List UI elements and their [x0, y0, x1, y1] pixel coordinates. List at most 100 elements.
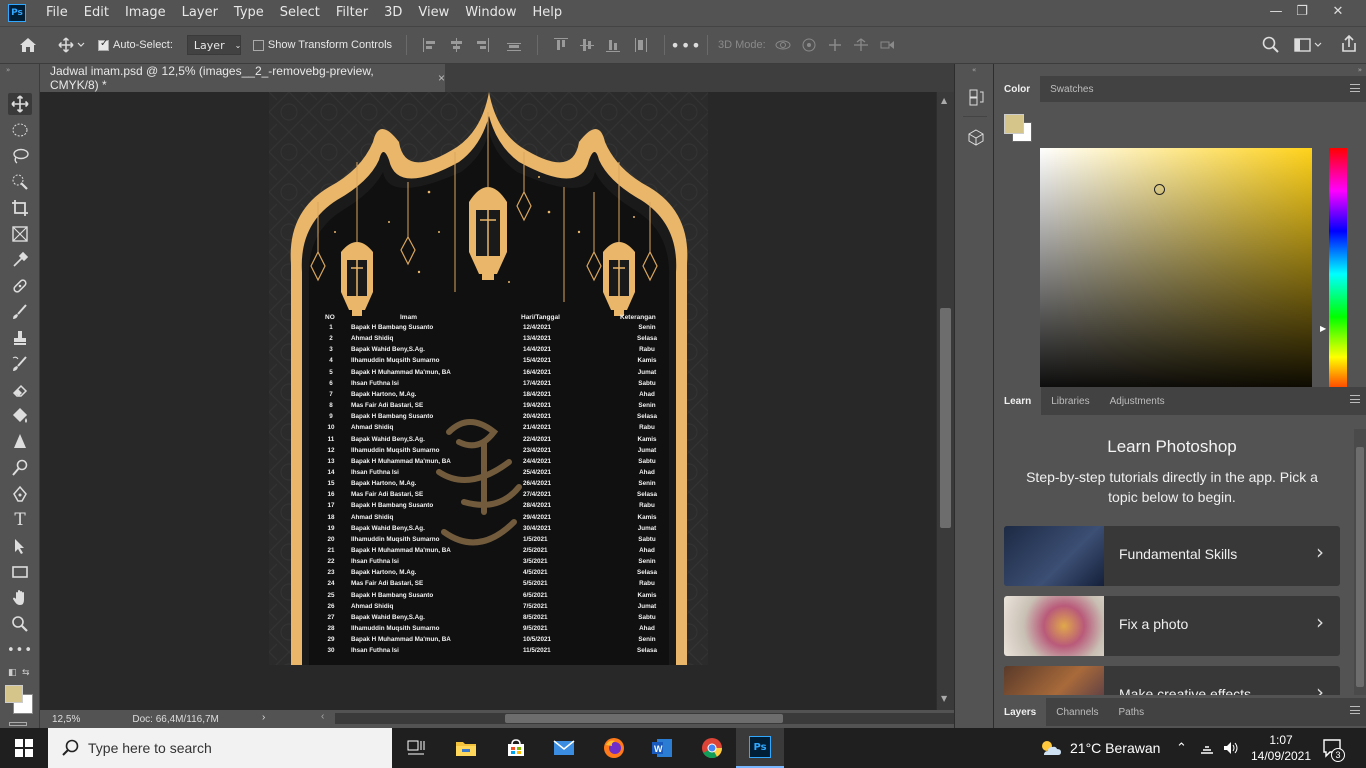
paint-bucket-tool-icon[interactable] [8, 405, 32, 427]
menu-layer[interactable]: Layer [174, 0, 226, 26]
tab-channels[interactable]: Channels [1046, 698, 1108, 726]
3d-slide-icon[interactable] [852, 37, 870, 53]
3d-scale-icon[interactable] [878, 37, 896, 53]
microsoft-store-icon[interactable] [492, 728, 540, 768]
eraser-tool-icon[interactable] [8, 379, 32, 401]
3d-pan-icon[interactable] [826, 37, 844, 53]
hue-slider[interactable] [1329, 148, 1347, 400]
collapse-panels-icon[interactable]: » [1358, 66, 1362, 74]
network-icon[interactable] [1198, 728, 1216, 768]
horizontal-scroll-thumb[interactable] [505, 714, 783, 723]
close-button[interactable]: ✕ [1320, 0, 1356, 22]
menu-edit[interactable]: Edit [76, 0, 117, 26]
menu-image[interactable]: Image [117, 0, 174, 26]
clone-stamp-tool-icon[interactable] [8, 327, 32, 349]
mail-icon[interactable] [540, 728, 588, 768]
blur-tool-icon[interactable] [8, 431, 32, 453]
layers-panel-menu-icon[interactable] [1350, 706, 1360, 714]
zoom-tool-icon[interactable] [8, 613, 32, 635]
auto-select-checkbox[interactable]: Auto-Select: [98, 38, 173, 51]
foreground-color-swatch[interactable] [5, 685, 23, 703]
rectangle-tool-icon[interactable] [8, 561, 32, 583]
learn-scrollbar[interactable] [1354, 429, 1366, 695]
tab-color[interactable]: Color [994, 76, 1041, 102]
expand-panels-icon[interactable]: « [972, 66, 976, 74]
quick-mask-icon[interactable] [9, 722, 27, 726]
edit-toolbar-icon[interactable]: ••• [7, 639, 32, 661]
scroll-left-icon[interactable]: ‹ [321, 711, 324, 722]
align-bottom-icon[interactable] [606, 38, 621, 52]
align-top-icon[interactable] [554, 38, 569, 52]
3d-orbit-icon[interactable] [774, 37, 792, 53]
tab-learn[interactable]: Learn [994, 387, 1042, 415]
distribute-vertical-icon[interactable] [507, 38, 522, 52]
volume-icon[interactable] [1222, 728, 1240, 768]
close-document-icon[interactable]: × [438, 71, 445, 85]
align-left-icon[interactable] [423, 38, 437, 52]
menu-filter[interactable]: Filter [328, 0, 376, 26]
menu-view[interactable]: View [410, 0, 457, 26]
move-tool-preset-icon[interactable] [54, 30, 90, 60]
photoshop-taskbar-icon[interactable]: Ps [736, 728, 784, 768]
vertical-scrollbar[interactable]: ▲ ▼ [936, 92, 954, 710]
distribute-horizontal-icon[interactable] [634, 38, 648, 52]
hand-tool-icon[interactable] [8, 587, 32, 609]
show-hidden-icons-icon[interactable]: ⌃ [1176, 728, 1187, 768]
layer-select[interactable]: Layer ⌄ [186, 35, 241, 55]
color-panel-menu-icon[interactable] [1350, 84, 1360, 92]
more-options-icon[interactable]: ••• [670, 36, 700, 55]
learn-panel-menu-icon[interactable] [1350, 395, 1360, 403]
align-center-horizontal-icon[interactable] [449, 38, 463, 52]
tab-libraries[interactable]: Libraries [1041, 387, 1099, 415]
search-icon[interactable] [1262, 36, 1280, 57]
crop-tool-icon[interactable] [8, 197, 32, 219]
clock[interactable]: 1:07 14/09/2021 [1248, 728, 1314, 768]
canvas-area[interactable]: NO Imam Hari/Tanggal Keterangan 1 Bapak H… [40, 92, 936, 710]
workspace-icon[interactable] [1294, 37, 1322, 56]
notifications-icon[interactable]: 3 [1322, 728, 1345, 768]
tab-layers[interactable]: Layers [994, 698, 1047, 726]
document-tab[interactable]: Jadwal imam.psd @ 12,5% (images__2_-remo… [40, 64, 445, 92]
microsoft-word-icon[interactable]: W [638, 728, 686, 768]
3d-roll-icon[interactable] [800, 37, 818, 53]
restore-button[interactable]: ❐ [1284, 0, 1320, 22]
menu-file[interactable]: File [38, 0, 76, 26]
eyedropper-tool-icon[interactable] [8, 249, 32, 271]
color-field[interactable] [1040, 148, 1312, 400]
firefox-icon[interactable] [590, 728, 638, 768]
menu-window[interactable]: Window [457, 0, 524, 26]
show-transform-checkbox[interactable]: Show Transform Controls [252, 39, 392, 51]
home-icon[interactable] [8, 30, 48, 60]
marquee-tool-icon[interactable] [8, 119, 32, 141]
menu-select[interactable]: Select [272, 0, 328, 26]
task-view-icon[interactable] [392, 728, 440, 768]
scroll-down-icon[interactable]: ▼ [941, 694, 947, 703]
healing-brush-tool-icon[interactable] [8, 275, 32, 297]
menu-3d[interactable]: 3D [376, 0, 410, 26]
align-middle-vertical-icon[interactable] [580, 38, 595, 52]
frame-tool-icon[interactable] [8, 223, 32, 245]
horizontal-scrollbar[interactable]: ‹ [321, 711, 975, 724]
history-brush-tool-icon[interactable] [8, 353, 32, 375]
align-right-icon[interactable] [475, 38, 490, 52]
document-canvas[interactable]: NO Imam Hari/Tanggal Keterangan 1 Bapak H… [269, 92, 708, 665]
zoom-level[interactable]: 12,5% [52, 714, 80, 725]
dodge-tool-icon[interactable] [8, 457, 32, 479]
quick-selection-tool-icon[interactable] [8, 171, 32, 193]
learn-scroll-thumb[interactable] [1356, 447, 1364, 687]
lasso-tool-icon[interactable] [8, 145, 32, 167]
default-colors-icon[interactable]: ◧ [8, 668, 17, 678]
hue-slider-marker-icon[interactable]: ▶ [1320, 324, 1326, 333]
tab-paths[interactable]: Paths [1109, 698, 1155, 726]
properties-panel-icon[interactable] [967, 128, 985, 149]
tab-swatches[interactable]: Swatches [1040, 76, 1103, 102]
learn-card-fix-a-photo[interactable]: Fix a photo › [1004, 596, 1340, 656]
google-chrome-icon[interactable] [688, 728, 736, 768]
taskbar-search-box[interactable]: Type here to search [48, 728, 392, 768]
learn-card-make-creative-effects[interactable]: Make creative effects › [1004, 666, 1340, 695]
learn-card-fundamental-skills[interactable]: Fundamental Skills › [1004, 526, 1340, 586]
color-panel-foreground-swatch[interactable] [1004, 114, 1024, 134]
weather-widget[interactable]: 21°C Berawan [1038, 728, 1160, 768]
move-tool-icon[interactable] [8, 93, 32, 115]
vertical-scroll-thumb[interactable] [940, 308, 951, 528]
